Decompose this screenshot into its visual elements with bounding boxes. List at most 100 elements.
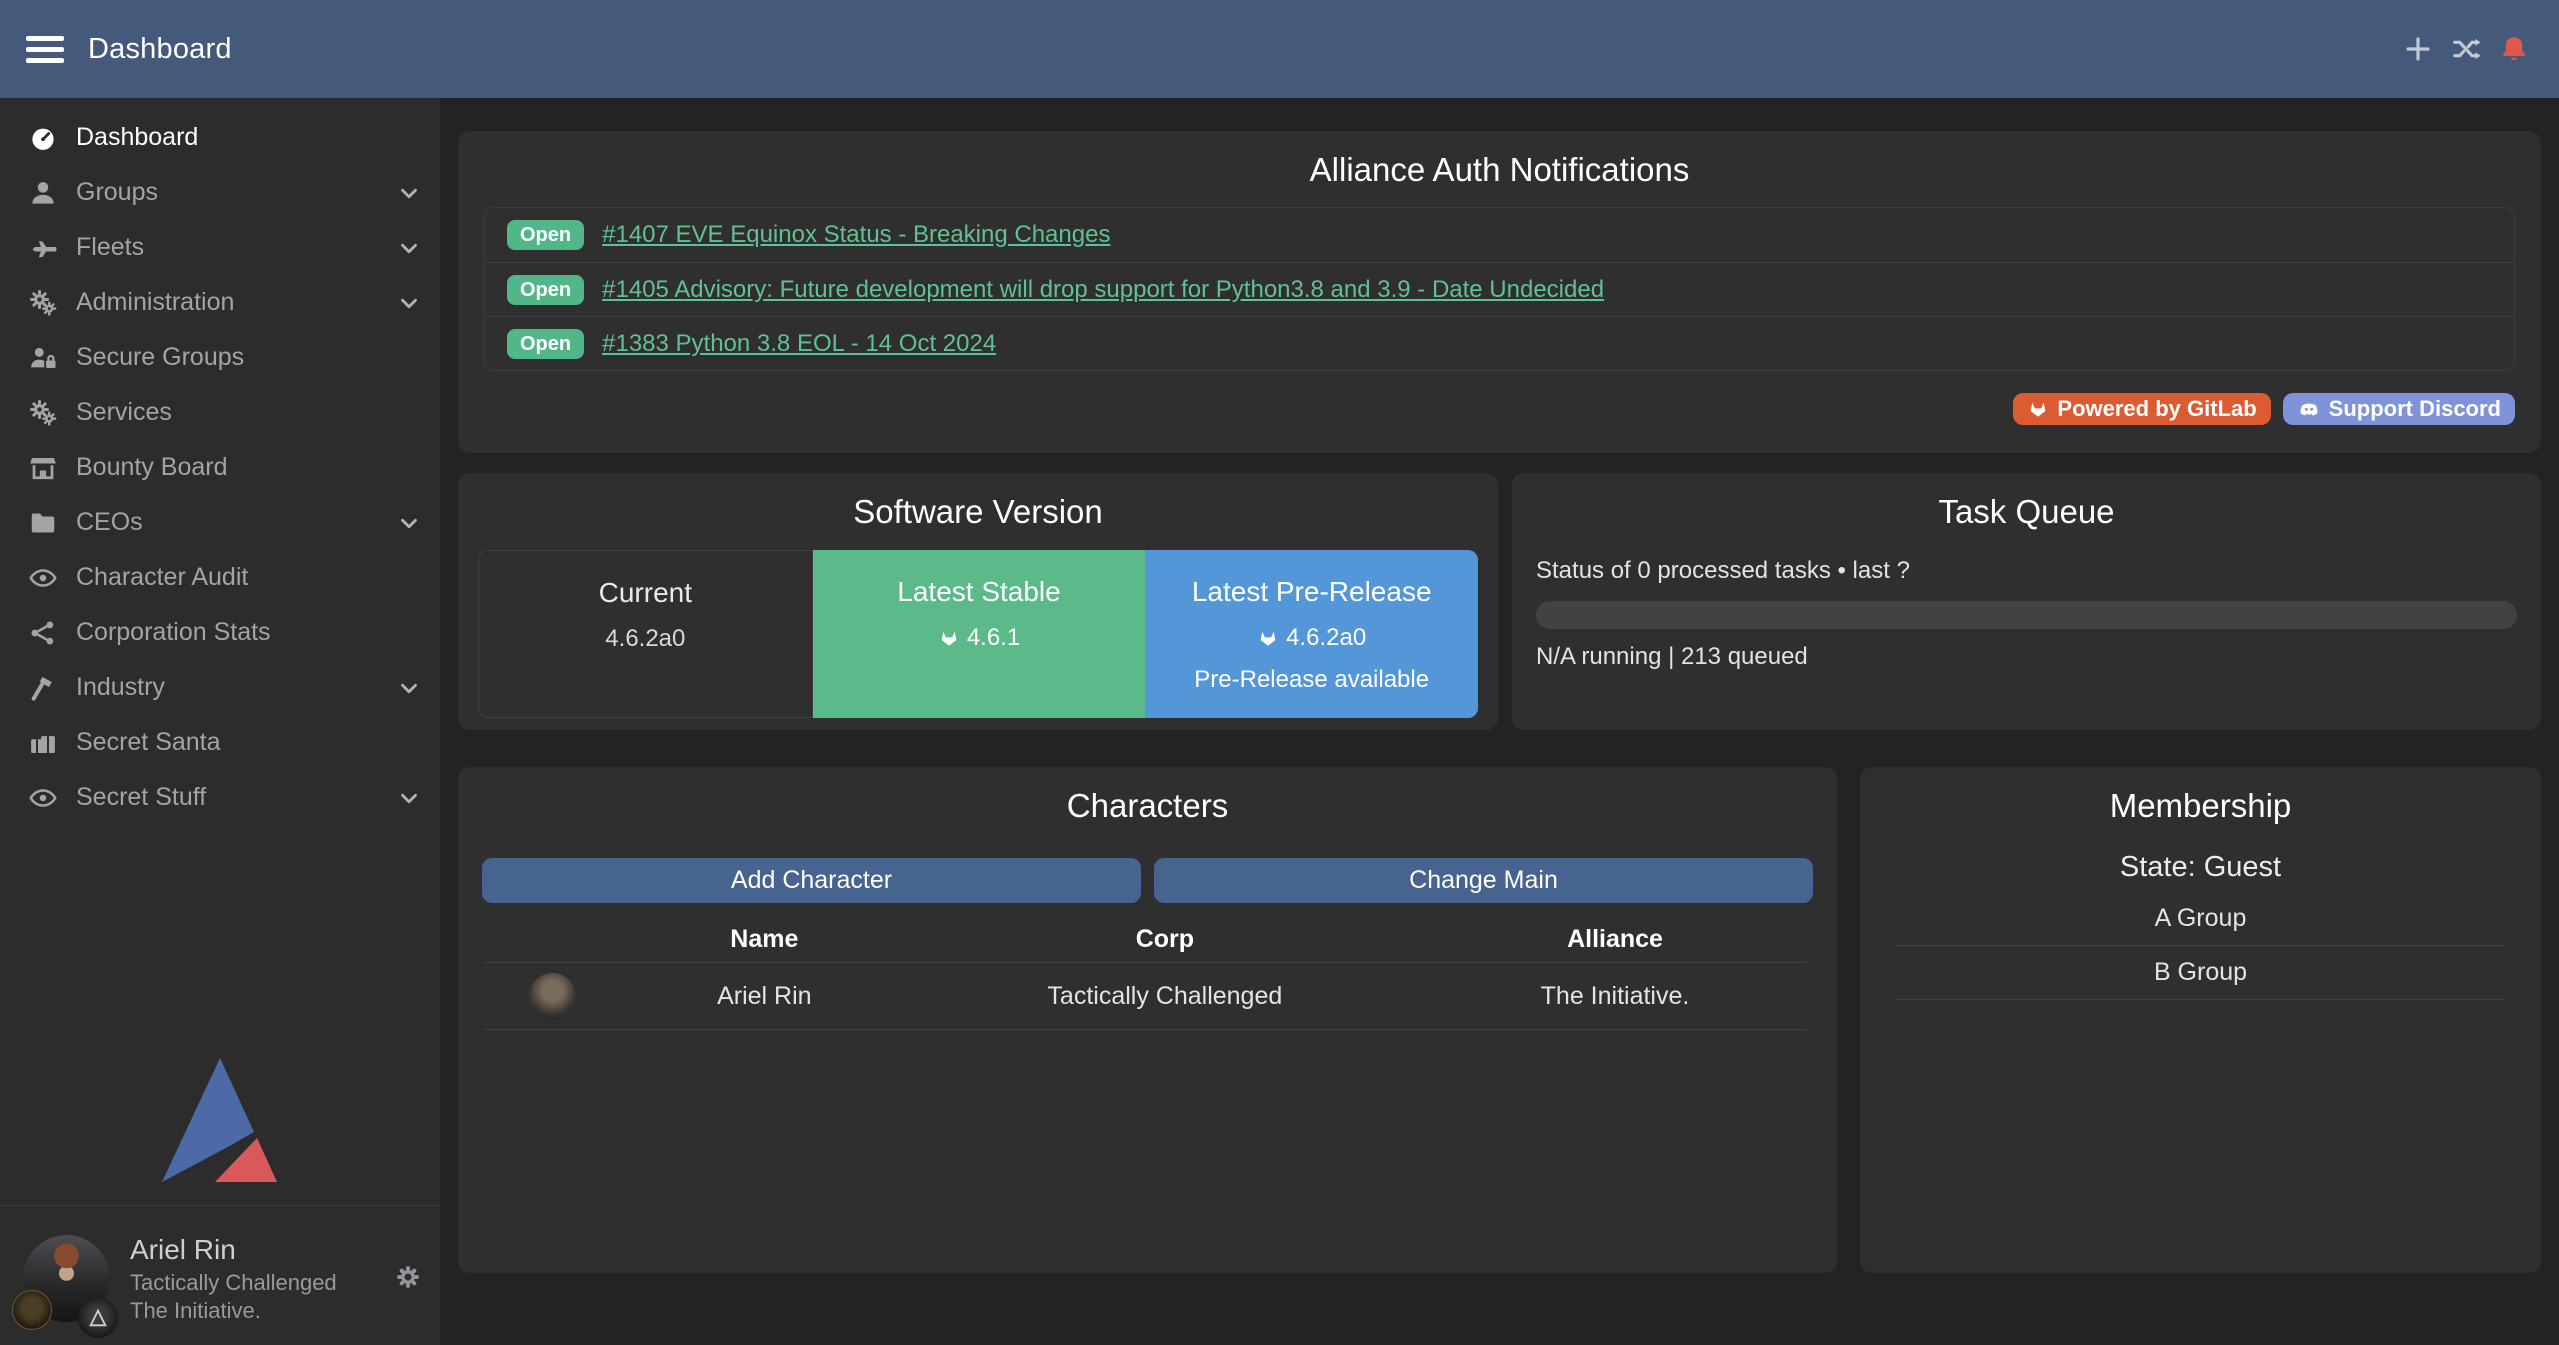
status-badge: Open	[507, 275, 584, 305]
external-badges: Powered by GitLab Support Discord	[2013, 393, 2515, 425]
store-icon	[26, 451, 60, 485]
version-current: Current 4.6.2a0	[478, 550, 813, 718]
version-boxes: Current 4.6.2a0 Latest Stable 4.6.1 Late…	[478, 550, 1478, 718]
user-corp: Tactically Challenged	[130, 1270, 337, 1296]
sidebar-user-footer: Ariel Rin Tactically Challenged The Init…	[0, 1206, 440, 1345]
column-header-alliance: Alliance	[1423, 925, 1807, 954]
sidebar-item-character-audit[interactable]: Character Audit	[0, 550, 440, 605]
sidebar-nav: Dashboard Groups Fleets Administration	[0, 98, 440, 825]
chevron-down-icon	[396, 290, 422, 316]
notification-item: Open #1407 EVE Equinox Status - Breaking…	[485, 208, 2514, 262]
table-row: Ariel Rin Tactically Challenged The Init…	[483, 963, 1807, 1030]
gitlab-icon	[1257, 627, 1279, 649]
gears-icon	[26, 396, 60, 430]
chevron-down-icon	[396, 180, 422, 206]
user-icon	[26, 176, 60, 210]
hammer-icon	[26, 671, 60, 705]
membership-state: State: Guest	[1860, 851, 2541, 884]
sidebar-item-administration[interactable]: Administration	[0, 275, 440, 330]
eye-icon	[26, 781, 60, 815]
task-queue-counts: N/A running | 213 queued	[1536, 643, 1808, 671]
menu-toggle-icon[interactable]	[26, 30, 64, 69]
version-latest-prerelease: Latest Pre-Release 4.6.2a0 Pre-Release a…	[1145, 550, 1478, 718]
character-corp: Tactically Challenged	[907, 982, 1423, 1011]
sidebar-item-bounty-board[interactable]: Bounty Board	[0, 440, 440, 495]
gears-icon	[26, 286, 60, 320]
membership-panel: Membership State: Guest A Group B Group	[1860, 767, 2541, 1273]
character-name: Ariel Rin	[622, 982, 907, 1011]
notifications-bell-icon[interactable]	[2497, 32, 2531, 66]
notifications-title: Alliance Auth Notifications	[458, 131, 2541, 189]
gitlab-badge[interactable]: Powered by GitLab	[2013, 393, 2270, 425]
task-queue-title: Task Queue	[1512, 473, 2541, 531]
main-content: Alliance Auth Notifications Open #1407 E…	[440, 98, 2559, 1345]
chevron-down-icon	[396, 510, 422, 536]
sidebar-item-secret-stuff[interactable]: Secret Stuff	[0, 770, 440, 825]
sidebar-item-groups[interactable]: Groups	[0, 165, 440, 220]
membership-groups-list: A Group B Group	[1895, 892, 2506, 1000]
character-portrait	[529, 973, 576, 1020]
sidebar-item-ceos[interactable]: CEOs	[0, 495, 440, 550]
chevron-down-icon	[396, 675, 422, 701]
sidebar-item-dashboard[interactable]: Dashboard	[0, 110, 440, 165]
characters-panel: Characters Add Character Change Main Nam…	[458, 767, 1837, 1273]
alliance-auth-logo	[162, 1058, 277, 1182]
notification-item: Open #1405 Advisory: Future development …	[485, 262, 2514, 316]
fighter-jet-icon	[26, 231, 60, 265]
gauge-icon	[26, 121, 60, 155]
list-item: B Group	[1895, 946, 2506, 1000]
sidebar-item-industry[interactable]: Industry	[0, 660, 440, 715]
status-badge: Open	[507, 220, 584, 250]
task-queue-panel: Task Queue Status of 0 processed tasks •…	[1512, 473, 2541, 730]
shuffle-icon[interactable]	[2449, 32, 2483, 66]
sidebar-item-services[interactable]: Services	[0, 385, 440, 440]
chevron-down-icon	[396, 235, 422, 261]
user-alliance: The Initiative.	[130, 1298, 261, 1324]
prerelease-note: Pre-Release available	[1145, 666, 1478, 694]
folder-icon	[26, 506, 60, 540]
user-lock-icon	[26, 341, 60, 375]
eye-icon	[26, 561, 60, 595]
notifications-list: Open #1407 EVE Equinox Status - Breaking…	[484, 207, 2515, 371]
discord-icon	[2297, 397, 2321, 421]
change-main-button[interactable]: Change Main	[1154, 858, 1813, 903]
software-version-title: Software Version	[458, 473, 1498, 531]
character-alliance: The Initiative.	[1423, 982, 1807, 1011]
column-header-name: Name	[622, 925, 907, 954]
task-progress-bar	[1536, 601, 2517, 629]
status-badge: Open	[507, 329, 584, 359]
alliance-logo-icon	[78, 1298, 118, 1338]
notification-link[interactable]: #1405 Advisory: Future development will …	[602, 276, 1604, 304]
characters-table: Name Corp Alliance Ariel Rin Tactically …	[483, 917, 1807, 1030]
sidebar-item-fleets[interactable]: Fleets	[0, 220, 440, 275]
version-latest-stable: Latest Stable 4.6.1	[813, 550, 1146, 718]
software-version-panel: Software Version Current 4.6.2a0 Latest …	[458, 473, 1498, 730]
table-header-row: Name Corp Alliance	[483, 917, 1807, 963]
column-header-corp: Corp	[907, 925, 1423, 954]
membership-title: Membership	[1860, 767, 2541, 825]
add-character-button[interactable]: Add Character	[482, 858, 1141, 903]
sidebar-item-corporation-stats[interactable]: Corporation Stats	[0, 605, 440, 660]
chevron-down-icon	[396, 785, 422, 811]
user-name: Ariel Rin	[130, 1234, 236, 1266]
share-nodes-icon	[26, 616, 60, 650]
sidebar-item-secret-santa[interactable]: Secret Santa	[0, 715, 440, 770]
notification-item: Open #1383 Python 3.8 EOL - 14 Oct 2024	[485, 316, 2514, 370]
settings-gear-icon[interactable]	[394, 1263, 422, 1291]
gifts-icon	[26, 726, 60, 760]
characters-title: Characters	[458, 767, 1837, 825]
notifications-panel: Alliance Auth Notifications Open #1407 E…	[458, 131, 2541, 453]
discord-badge[interactable]: Support Discord	[2283, 393, 2515, 425]
page-title: Dashboard	[88, 33, 232, 66]
list-item: A Group	[1895, 892, 2506, 946]
add-icon[interactable]	[2401, 32, 2435, 66]
notification-link[interactable]: #1407 EVE Equinox Status - Breaking Chan…	[602, 221, 1110, 249]
corp-logo-icon	[12, 1290, 52, 1330]
gitlab-icon	[938, 627, 960, 649]
top-navbar: Dashboard	[0, 0, 2559, 98]
sidebar-item-secure-groups[interactable]: Secure Groups	[0, 330, 440, 385]
task-status-text: Status of 0 processed tasks • last ?	[1536, 557, 1910, 585]
notification-link[interactable]: #1383 Python 3.8 EOL - 14 Oct 2024	[602, 330, 996, 358]
gitlab-icon	[2027, 398, 2049, 420]
sidebar: Dashboard Groups Fleets Administration	[0, 98, 440, 1345]
